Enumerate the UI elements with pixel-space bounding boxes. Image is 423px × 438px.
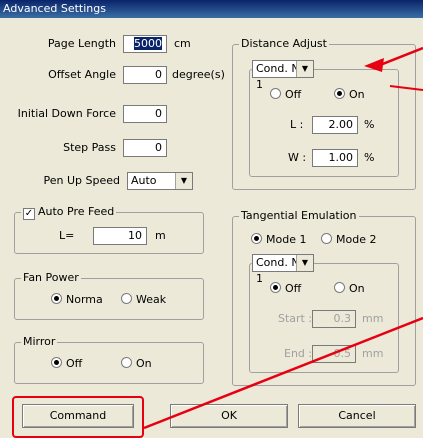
tangential-start-unit: mm (362, 312, 384, 325)
tangential-mode1-label: Mode 1 (266, 233, 307, 246)
radio-unselected-icon (334, 282, 345, 293)
distance-adjust-cond-select[interactable]: Cond. No. 1 ▼ (252, 60, 314, 91)
step-pass-label: Step Pass (63, 141, 116, 154)
radio-selected-icon (270, 282, 281, 293)
radio-selected-icon (51, 293, 62, 304)
tangential-group: Tangential Emulation Mode 1 Mode 2 Cond.… (232, 209, 416, 386)
tangential-radio-mode1[interactable]: Mode 1 (251, 233, 306, 247)
tangential-inner-group: Cond. No. 1 ▼ Off On Start : 0.3 mm End … (249, 254, 399, 373)
radio-selected-icon (334, 88, 345, 99)
fan-power-radio-weak[interactable]: Weak (121, 293, 166, 307)
auto-pre-feed-l-label: L= (59, 229, 75, 242)
radio-unselected-icon (121, 357, 132, 368)
tangential-option-on: On (349, 282, 365, 295)
radio-unselected-icon (270, 88, 281, 99)
distance-adjust-w-label: W : (288, 151, 307, 164)
tangential-radio-on[interactable]: On (334, 282, 365, 296)
offset-angle-unit: degree(s) (172, 68, 225, 81)
distance-adjust-group: Distance Adjust Cond. No. 1 ▼ Off On L :… (232, 37, 416, 190)
tangential-radio-mode2[interactable]: Mode 2 (321, 233, 376, 247)
distance-adjust-w-input[interactable]: 1.00 (312, 149, 358, 167)
mirror-group: Mirror Off On (14, 335, 204, 384)
mirror-option-on: On (136, 357, 152, 370)
fan-power-title: Fan Power (21, 271, 81, 284)
pen-up-speed-value: Auto (131, 174, 157, 187)
tangential-end-label: End : (284, 347, 313, 360)
offset-angle-label: Offset Angle (48, 68, 116, 81)
mirror-title: Mirror (21, 335, 58, 348)
offset-angle-input[interactable]: 0 (123, 66, 167, 84)
pen-up-speed-label: Pen Up Speed (43, 174, 121, 187)
auto-pre-feed-input[interactable]: 10 (93, 227, 147, 245)
tangential-option-off: Off (285, 282, 302, 295)
mirror-option-off: Off (66, 357, 83, 370)
radio-selected-icon (51, 357, 62, 368)
chevron-down-icon[interactable]: ▼ (175, 173, 192, 189)
radio-unselected-icon (321, 233, 332, 244)
fan-power-group: Fan Power Norma Weak (14, 271, 204, 320)
auto-pre-feed-label: Auto Pre Feed (38, 205, 115, 218)
tangential-end-unit: mm (362, 347, 384, 360)
distance-adjust-l-input[interactable]: 2.00 (312, 116, 358, 134)
radio-selected-icon (251, 233, 262, 244)
tangential-start-input[interactable]: 0.3 (312, 310, 356, 328)
ok-button[interactable]: OK (170, 404, 288, 428)
page-length-input[interactable]: 5000 (123, 35, 167, 53)
cancel-button[interactable]: Cancel (298, 404, 416, 428)
tangential-title: Tangential Emulation (239, 209, 359, 222)
auto-pre-feed-group: ✓ Auto Pre Feed L= 10 m (14, 205, 204, 254)
chevron-down-icon[interactable]: ▼ (296, 255, 313, 271)
distance-adjust-l-label: L : (290, 118, 304, 131)
page-length-unit: cm (174, 37, 191, 50)
distance-adjust-radio-off[interactable]: Off (270, 88, 301, 102)
fan-power-option-norma: Norma (66, 293, 103, 306)
page-length-label: Page Length (47, 37, 116, 50)
tangential-cond-select[interactable]: Cond. No. 1 ▼ (252, 254, 314, 285)
pen-up-speed-select[interactable]: Auto ▼ (127, 172, 193, 190)
tangential-radio-off[interactable]: Off (270, 282, 301, 296)
step-pass-input[interactable]: 0 (123, 139, 167, 157)
tangential-start-label: Start : (278, 312, 313, 325)
distance-adjust-l-unit: % (364, 118, 375, 131)
auto-pre-feed-unit: m (155, 229, 166, 242)
distance-adjust-option-on: On (349, 88, 365, 101)
check-icon[interactable]: ✓ (23, 208, 35, 220)
distance-adjust-title: Distance Adjust (239, 37, 329, 50)
distance-adjust-w-unit: % (364, 151, 375, 164)
distance-adjust-radio-on[interactable]: On (334, 88, 365, 102)
mirror-radio-on[interactable]: On (121, 357, 152, 371)
distance-adjust-inner-group: Cond. No. 1 ▼ Off On L : 2.00 % W : 1.00… (249, 60, 399, 177)
tangential-mode2-label: Mode 2 (336, 233, 377, 246)
annotation-highlight-box (12, 396, 144, 438)
tangential-end-input[interactable]: 0.5 (312, 345, 356, 363)
chevron-down-icon[interactable]: ▼ (296, 61, 313, 77)
window-title: Advanced Settings (0, 0, 423, 18)
fan-power-option-weak: Weak (136, 293, 167, 306)
initial-down-force-input[interactable]: 0 (123, 105, 167, 123)
fan-power-radio-norma[interactable]: Norma (51, 293, 103, 307)
mirror-radio-off[interactable]: Off (51, 357, 82, 371)
initial-down-force-label: Initial Down Force (17, 107, 116, 120)
radio-unselected-icon (121, 293, 132, 304)
auto-pre-feed-checkbox-wrap[interactable]: ✓ Auto Pre Feed (21, 205, 117, 220)
page-length-value: 5000 (134, 37, 162, 50)
distance-adjust-option-off: Off (285, 88, 302, 101)
